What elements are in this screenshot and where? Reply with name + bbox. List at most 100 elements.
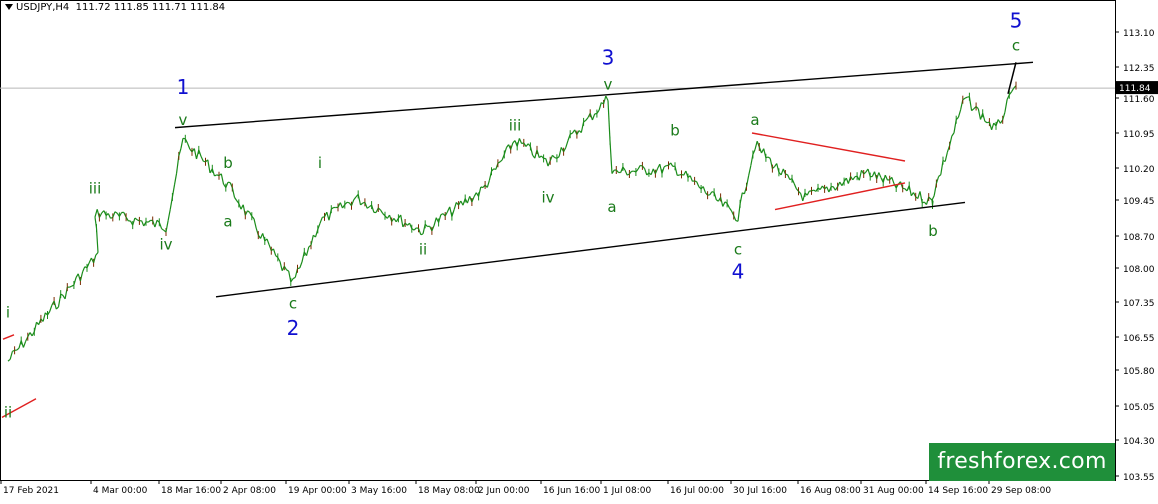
price-segment <box>781 169 783 175</box>
price-segment <box>467 196 469 203</box>
y-tick-label: 106.55 <box>1123 334 1155 344</box>
price-segment <box>80 272 82 281</box>
y-tick-label: 111.60 <box>1123 95 1155 105</box>
price-segment <box>546 159 548 167</box>
price-segment <box>23 341 25 347</box>
price-segment <box>56 307 58 309</box>
y-tick-label: 105.80 <box>1123 367 1155 377</box>
wave-label-2: 2 <box>287 316 300 340</box>
price-segment <box>768 157 770 158</box>
wave-label-b: b <box>223 154 233 172</box>
price-segment <box>188 143 190 149</box>
price-segment <box>606 96 608 101</box>
price-segment <box>434 218 436 226</box>
y-tick-label: 108.70 <box>1123 233 1155 243</box>
price-segment <box>814 190 816 191</box>
price-segment <box>70 286 72 287</box>
price-segment <box>115 212 117 214</box>
price-segment <box>340 203 342 208</box>
triangle-upper-line <box>752 133 905 161</box>
price-segment <box>519 138 521 143</box>
price-segment <box>421 234 423 235</box>
wave-label-i: i <box>6 303 10 321</box>
x-tick-label: 30 Jul 16:00 <box>733 486 787 496</box>
price-segment <box>749 166 751 176</box>
price-segment <box>807 191 809 195</box>
price-segment <box>83 267 85 272</box>
price-segment <box>320 217 322 223</box>
x-tick-label: 19 Apr 00:00 <box>288 486 347 496</box>
price-segment <box>8 359 10 361</box>
price-segment <box>932 196 934 201</box>
y-tick-label: 107.35 <box>1123 299 1155 309</box>
price-segment <box>729 208 731 211</box>
price-segment <box>978 109 980 120</box>
channel-upper-line <box>175 62 1033 127</box>
price-segment <box>690 176 692 182</box>
y-tick-label: 105.05 <box>1123 403 1155 413</box>
price-segment <box>788 175 790 180</box>
y-tick-label: 110.95 <box>1123 130 1155 140</box>
price-segment <box>34 322 36 332</box>
price-segment <box>983 113 985 121</box>
price-segment <box>539 156 541 158</box>
wave-label-1: 1 <box>177 75 190 99</box>
price-segment <box>932 200 933 205</box>
wave-label-a: a <box>607 198 616 216</box>
x-tick-label: 1 Jul 08:00 <box>603 486 652 496</box>
x-tick-label: 3 May 16:00 <box>351 486 407 496</box>
price-segment <box>859 170 861 180</box>
price-segment <box>215 175 217 176</box>
price-segment <box>608 101 610 141</box>
wave-label-iii: iii <box>509 116 522 134</box>
wave-label-iv: iv <box>159 236 172 254</box>
price-segment <box>441 214 443 215</box>
price-segment <box>311 235 313 245</box>
projection-line <box>1008 62 1016 94</box>
price-segment <box>952 133 954 136</box>
price-segment <box>710 192 712 195</box>
price-segment <box>909 186 911 196</box>
red-marker-line <box>3 335 14 339</box>
wave-label-c: c <box>1012 37 1020 55</box>
price-segment <box>95 209 97 217</box>
price-segment <box>95 217 97 228</box>
price-segment <box>945 152 947 161</box>
x-tick-label: 2 Jun 00:00 <box>478 486 530 496</box>
price-segment <box>298 268 300 269</box>
price-segment <box>885 175 887 180</box>
price-segment <box>381 210 383 214</box>
price-segment <box>254 219 256 228</box>
price-segment <box>625 170 627 175</box>
x-tick-label: 16 Aug 08:00 <box>800 486 861 496</box>
price-segment <box>1012 88 1014 92</box>
y-tick-label: 104.30 <box>1123 437 1155 447</box>
price-segment <box>162 229 164 231</box>
price-segment <box>181 138 183 148</box>
y-tick-label: 103.55 <box>1123 473 1155 483</box>
price-segment <box>599 103 601 111</box>
price-segment <box>50 305 52 311</box>
price-segment <box>361 203 363 205</box>
price-segment <box>697 182 699 187</box>
wave-label-ii: ii <box>419 240 427 258</box>
price-segment <box>166 221 168 232</box>
wave-label-5: 5 <box>1010 8 1023 32</box>
price-segment <box>675 166 677 175</box>
price-segment <box>232 188 234 198</box>
price-segment <box>347 202 349 203</box>
price-segment <box>358 194 360 205</box>
price-segment <box>610 141 612 174</box>
price-segment <box>267 239 269 245</box>
price-segment <box>367 207 369 209</box>
price-segment <box>148 220 150 222</box>
price-segment <box>201 156 203 161</box>
wave-label-iv: iv <box>541 188 554 206</box>
x-tick-label: 16 Jun 16:00 <box>543 486 600 496</box>
price-segment <box>703 187 705 193</box>
wave-label-4: 4 <box>732 259 745 283</box>
price-segment <box>235 197 237 200</box>
x-tick-label: 4 Mar 00:00 <box>93 486 148 496</box>
price-segment <box>401 215 403 227</box>
price-segment <box>566 141 568 148</box>
